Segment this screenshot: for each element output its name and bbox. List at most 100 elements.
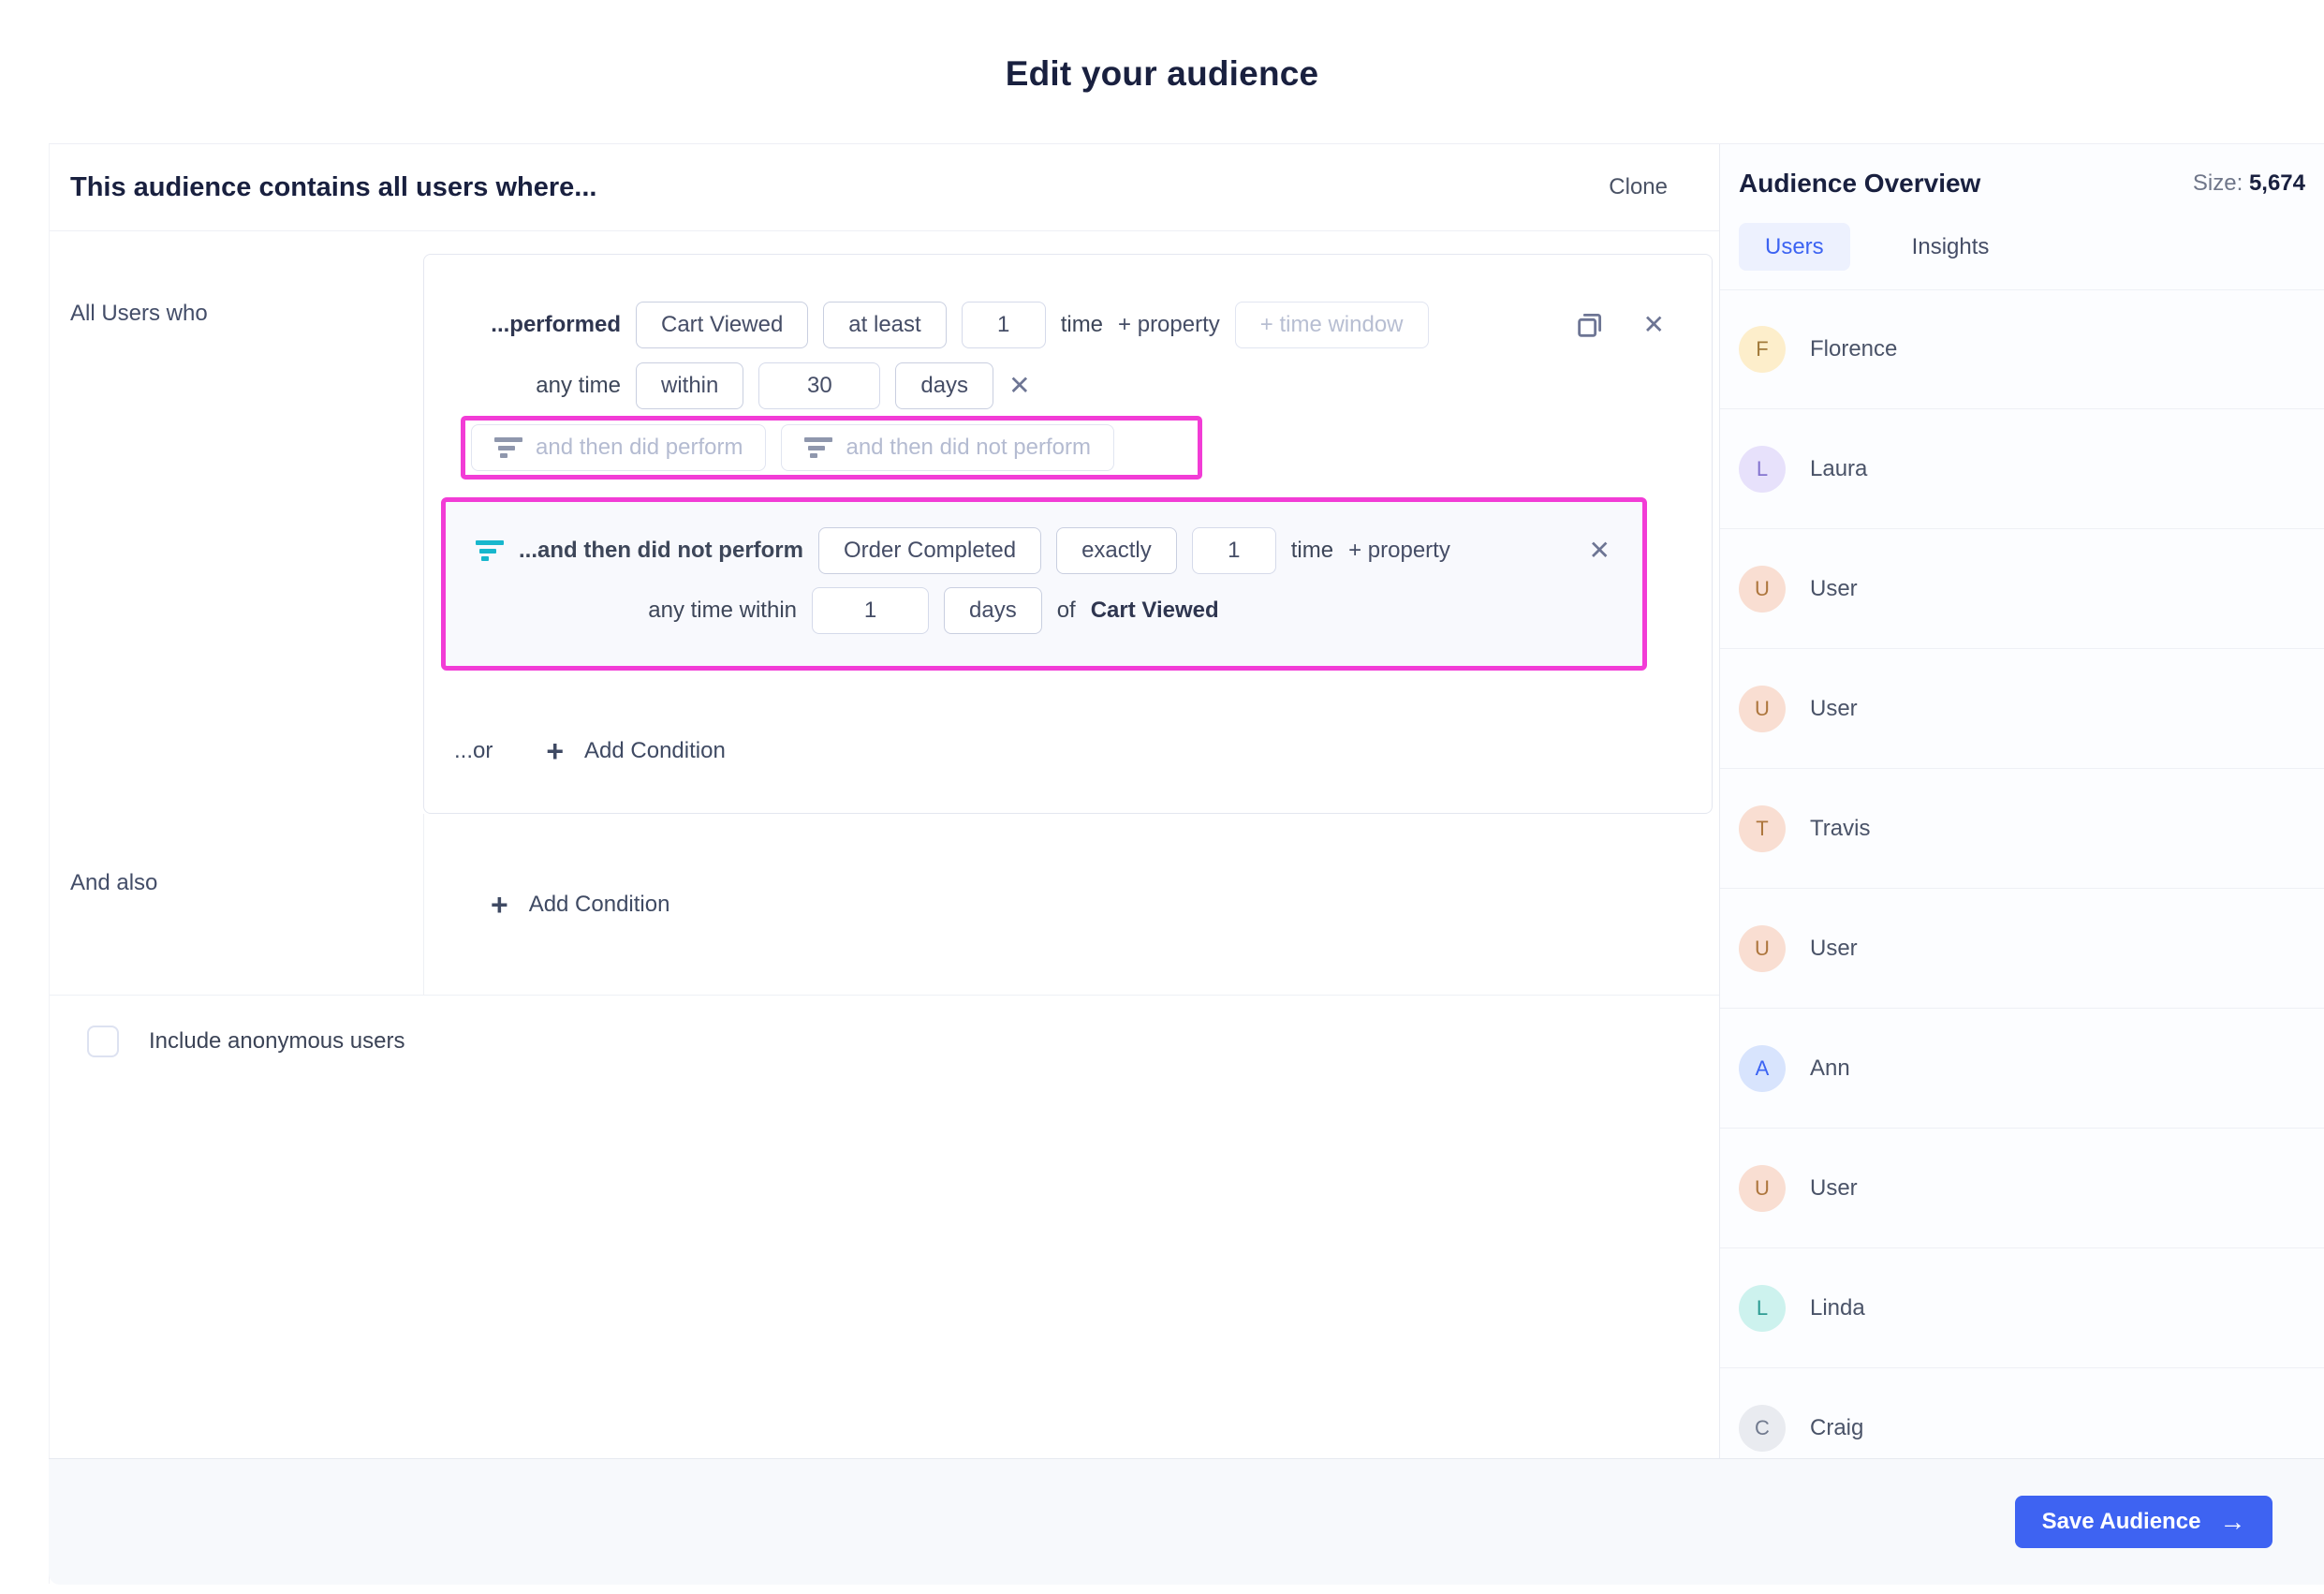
add-and-condition-button[interactable]: + Add Condition	[491, 890, 669, 920]
arrow-right-icon: →	[2219, 1507, 2246, 1536]
user-name: Ann	[1810, 1055, 1850, 1081]
user-name: Craig	[1810, 1414, 1864, 1440]
add-or-condition-button[interactable]: + Add Condition	[546, 736, 725, 766]
and-also-label: And also	[70, 870, 158, 895]
performed-condition-row: ...performed Cart Viewed at least time +…	[424, 302, 1712, 348]
time-suffix-label: time	[1060, 312, 1104, 337]
audience-size: Size: 5,674	[2193, 170, 2305, 197]
avatar: L	[1739, 1284, 1786, 1332]
negative-event-select[interactable]: Order Completed	[817, 527, 1042, 574]
or-label: ...or	[454, 738, 493, 763]
and-then-did-perform-button[interactable]: and then did perform	[471, 424, 767, 471]
save-audience-button[interactable]: Save Audience →	[2015, 1496, 2273, 1548]
or-add-condition-row: ...or + Add Condition	[424, 728, 1712, 775]
footer-bar: Save Audience →	[49, 1458, 2324, 1585]
row-action-icons: ✕	[1589, 538, 1642, 564]
close-icon: ✕	[1008, 371, 1031, 400]
operator-select[interactable]: at least	[823, 302, 947, 348]
close-icon: ✕	[1588, 536, 1611, 565]
all-users-who-label: All Users who	[70, 301, 208, 326]
remove-subcondition-button[interactable]: ✕	[1589, 538, 1611, 564]
audience-editor-page: Edit your audience This audience contain…	[0, 0, 2324, 1594]
add-condition-label: Add Condition	[528, 891, 670, 917]
tab-users[interactable]: Users	[1739, 223, 1850, 271]
user-list-item[interactable]: U User	[1720, 889, 2324, 1009]
avatar-initial: U	[1755, 576, 1770, 600]
within-window-row: any time within days of Cart Viewed	[446, 587, 1642, 634]
add-condition-label: Add Condition	[584, 738, 726, 763]
time-operator-select[interactable]: within	[636, 362, 744, 409]
audience-overview-panel: Audience Overview Size: 5,674 Users Insi…	[1719, 144, 2324, 1584]
user-name: User	[1810, 1174, 1858, 1201]
avatar-initial: C	[1755, 1415, 1770, 1439]
time-window-button[interactable]: + time window	[1234, 302, 1429, 348]
content-area: This audience contains all users where..…	[49, 143, 2324, 1585]
sequence-buttons-highlight: and then did perform and then did not pe…	[461, 416, 1202, 480]
window-unit-select[interactable]: days	[944, 587, 1042, 634]
size-value: 5,674	[2248, 170, 2305, 196]
anchor-event-label: Cart Viewed	[1090, 598, 1219, 623]
event-select[interactable]: Cart Viewed	[636, 302, 809, 348]
user-list: F Florence L Laura U User U User T Travi…	[1720, 289, 2324, 1488]
of-label: of	[1056, 598, 1076, 623]
close-icon: ✕	[1642, 310, 1665, 339]
add-property-button[interactable]: + property	[1118, 312, 1220, 338]
filter-icon	[804, 437, 833, 458]
user-list-item[interactable]: U User	[1720, 1129, 2324, 1248]
user-list-item[interactable]: L Laura	[1720, 409, 2324, 529]
avatar-initial: T	[1756, 816, 1769, 840]
size-label: Size:	[2192, 170, 2243, 196]
time-unit-select[interactable]: days	[895, 362, 994, 409]
overview-tabs: Users Insights	[1739, 223, 2324, 271]
user-list-item[interactable]: U User	[1720, 649, 2324, 769]
avatar: U	[1739, 565, 1786, 613]
avatar-initial: L	[1756, 1295, 1769, 1320]
user-list-item[interactable]: U User	[1720, 529, 2324, 649]
user-name: Laura	[1810, 455, 1868, 481]
user-list-item[interactable]: T Travis	[1720, 769, 2324, 889]
remove-condition-button[interactable]: ✕	[1643, 312, 1665, 338]
and-also-section: And also + Add Condition	[50, 814, 1719, 996]
user-name: Florence	[1810, 336, 1898, 362]
filter-icon	[494, 437, 522, 458]
user-list-item[interactable]: L Linda	[1720, 1248, 2324, 1368]
duplicate-condition-button[interactable]	[1574, 309, 1606, 341]
did-not-perform-row: ...and then did not perform Order Comple…	[446, 527, 1642, 574]
user-list-item[interactable]: F Florence	[1720, 289, 2324, 409]
negative-operator-select[interactable]: exactly	[1056, 527, 1177, 574]
copy-icon	[1574, 313, 1606, 344]
audience-editor-card: This audience contains all users where..…	[49, 144, 1719, 1584]
overview-title: Audience Overview	[1739, 169, 1981, 198]
time-value-input[interactable]	[758, 362, 881, 409]
user-name: Linda	[1810, 1294, 1865, 1321]
condition-group: ...performed Cart Viewed at least time +…	[423, 254, 1713, 814]
performed-prefix-label: ...performed	[491, 312, 621, 337]
did-not-perform-condition-highlight: ...and then did not perform Order Comple…	[441, 497, 1647, 671]
avatar: U	[1739, 924, 1786, 972]
any-time-label: any time	[536, 373, 621, 398]
avatar-initial: F	[1756, 337, 1769, 361]
remove-time-window-button[interactable]: ✕	[1008, 373, 1030, 399]
tab-insights[interactable]: Insights	[1886, 223, 2016, 271]
and-then-did-not-perform-label: and then did not perform	[846, 435, 1091, 460]
avatar: T	[1739, 804, 1786, 852]
clone-button[interactable]: Clone	[1609, 174, 1668, 200]
user-name: User	[1810, 935, 1858, 961]
avatar: U	[1739, 1164, 1786, 1212]
time-suffix-label: time	[1290, 538, 1334, 563]
plus-icon: +	[491, 887, 508, 922]
funnel-filter-icon	[476, 540, 504, 561]
include-anonymous-checkbox[interactable]	[87, 1026, 119, 1057]
anonymous-users-row: Include anonymous users	[50, 1026, 1719, 1057]
window-value-input[interactable]	[812, 587, 929, 634]
count-input[interactable]	[961, 302, 1046, 348]
and-then-did-not-perform-button[interactable]: and then did not perform	[781, 424, 1114, 471]
add-property-button[interactable]: + property	[1348, 538, 1450, 564]
avatar-initial: U	[1755, 1175, 1770, 1200]
negative-count-input[interactable]	[1191, 527, 1276, 574]
avatar-initial: L	[1756, 456, 1769, 480]
user-list-item[interactable]: A Ann	[1720, 1009, 2324, 1129]
and-also-content: + Add Condition	[423, 814, 1719, 995]
save-audience-label: Save Audience	[2041, 1509, 2201, 1534]
any-time-within-label: any time within	[648, 598, 797, 623]
